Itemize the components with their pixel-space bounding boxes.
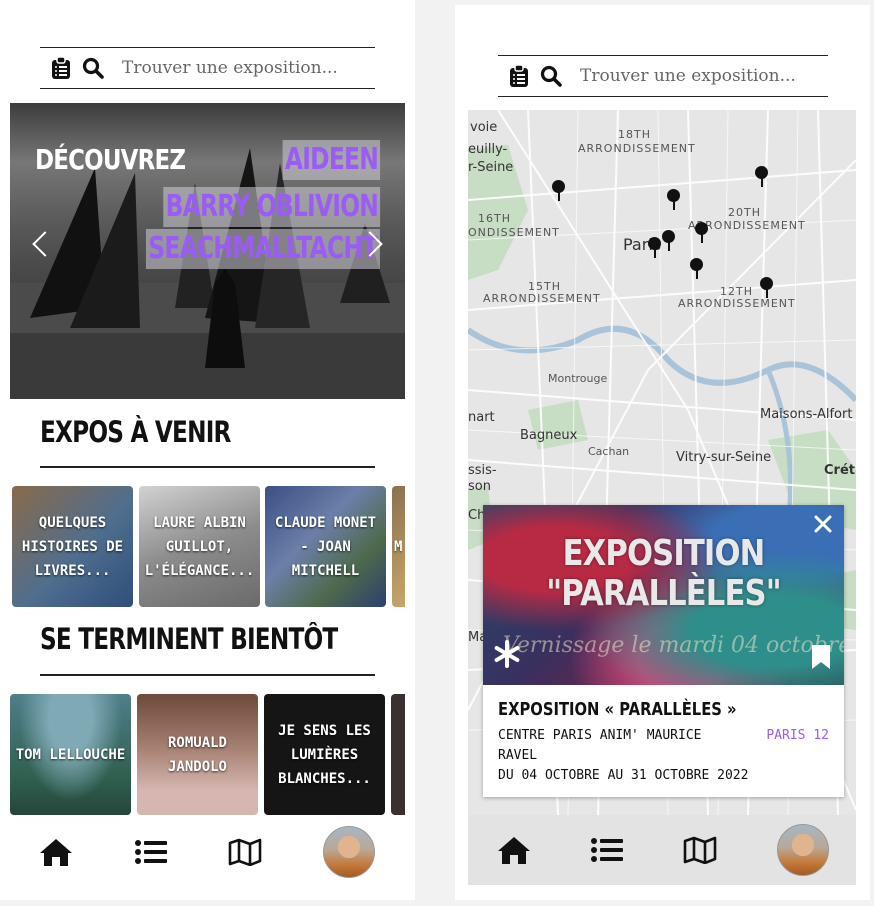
card-title: LAURE ALBIN GUILLOT, L'ÉLÉGANCE... xyxy=(144,514,255,579)
map-label: Cachan xyxy=(588,445,630,458)
hero-title: DÉCOUVREZ xyxy=(35,143,186,176)
map-pin[interactable] xyxy=(648,237,661,258)
clipboard-icon[interactable] xyxy=(48,55,74,81)
bottom-nav xyxy=(468,815,856,885)
home-icon[interactable] xyxy=(39,837,73,867)
map-label: 20TH xyxy=(728,206,761,219)
search-input[interactable]: Trouver une exposition... xyxy=(122,58,338,78)
featured-artist-3[interactable]: SEACHMALLTACHT xyxy=(146,229,380,269)
avatar[interactable] xyxy=(777,824,829,876)
ending-divider xyxy=(40,674,375,676)
asterisk-icon xyxy=(493,640,521,672)
discover-carousel[interactable]: DÉCOUVREZ AIDEEN BARRY OBLIVION SEACHMAL… xyxy=(10,103,405,399)
card-title: M xyxy=(394,538,403,555)
exhibition-dates: DU 04 OCTOBRE AU 31 OCTOBRE 2022 xyxy=(498,768,749,783)
list-icon[interactable] xyxy=(591,837,623,863)
list-icon[interactable] xyxy=(135,839,167,865)
search-icon[interactable] xyxy=(538,63,564,89)
map-icon[interactable] xyxy=(683,836,717,864)
district-label: PARIS 12 xyxy=(766,728,829,743)
card-title: TOM LELLOUCHE xyxy=(15,746,126,763)
map-pin[interactable] xyxy=(695,222,708,243)
map-screen: Trouver une exposition... voie euilly- r… xyxy=(455,5,870,900)
upcoming-card[interactable]: LAURE ALBIN GUILLOT, L'ÉLÉGANCE... xyxy=(139,486,260,607)
map-label: ARRONDISSEMENT xyxy=(678,297,796,310)
map-label: Maisons-Alfort xyxy=(760,407,853,422)
map-pin[interactable] xyxy=(667,189,680,210)
map-label: nart xyxy=(468,410,495,425)
map-label: Bagneux xyxy=(520,428,578,443)
map-label: ONDISSEMENT xyxy=(468,226,560,239)
map-label: ssis- xyxy=(468,463,497,478)
card-title: CLAUDE MONET - JOAN MITCHELL xyxy=(274,514,377,579)
venue-line2: RAVEL xyxy=(498,748,538,763)
upcoming-divider xyxy=(40,466,375,468)
map-pin[interactable] xyxy=(552,180,565,201)
profile-avatar[interactable] xyxy=(777,824,829,876)
ending-heading: SE TERMINENT BIENTÔT xyxy=(40,622,338,656)
card-title: QUELQUES HISTOIRES DE LIVRES... xyxy=(21,514,124,579)
avatar[interactable] xyxy=(323,826,375,878)
card-title: JE SENS LES LUMIÈRES BLANCHES... xyxy=(278,722,371,787)
exhibition-popup[interactable]: EXPOSITION "PARALLÈLES" Vernissage le ma… xyxy=(483,505,844,797)
ending-card[interactable]: TOM LELLOUCHE xyxy=(10,694,131,815)
map-pin[interactable] xyxy=(662,230,675,251)
search-input[interactable]: Trouver une exposition... xyxy=(580,66,796,86)
image-script: Vernissage le mardi 04 octobre xyxy=(503,633,844,658)
ending-card[interactable]: ROMUALD JANDOLO xyxy=(137,694,258,815)
home-icon[interactable] xyxy=(497,835,531,865)
ending-card[interactable] xyxy=(391,694,405,815)
upcoming-card[interactable]: QUELQUES HISTOIRES DE LIVRES... xyxy=(12,486,133,607)
map-label: 18TH xyxy=(618,128,651,141)
map-pin[interactable] xyxy=(755,166,768,187)
bookmark-icon[interactable] xyxy=(810,643,832,675)
bottom-nav xyxy=(0,817,415,887)
map-label: Crét xyxy=(824,463,855,478)
venue-line1: CENTRE PARIS ANIM' MAURICE xyxy=(498,728,702,743)
map-label: Montrouge xyxy=(548,372,608,385)
exhibition-name: EXPOSITION « PARALLÈLES » xyxy=(498,699,737,720)
map-label: Vitry-sur-Seine xyxy=(676,450,772,465)
map-label: r-Seine xyxy=(468,160,514,175)
map-label: ARRONDISSEMENT xyxy=(578,142,696,155)
map-label: 16TH xyxy=(478,212,511,225)
clipboard-icon[interactable] xyxy=(506,63,532,89)
search-icon[interactable] xyxy=(80,55,106,81)
upcoming-heading: EXPOS À VENIR xyxy=(40,415,231,449)
home-screen: Trouver une exposition... DÉCOUVREZ AIDE… xyxy=(0,0,415,900)
image-title-line1: EXPOSITION xyxy=(562,533,766,574)
close-icon[interactable] xyxy=(814,515,832,537)
map-label: son xyxy=(468,479,491,494)
ending-card[interactable]: JE SENS LES LUMIÈRES BLANCHES... xyxy=(264,694,385,815)
profile-avatar[interactable] xyxy=(323,826,375,878)
card-title: ROMUALD JANDOLO xyxy=(167,734,227,775)
image-title-line2: "PARALLÈLES" xyxy=(546,573,781,614)
map-pin[interactable] xyxy=(690,258,703,279)
search-bar[interactable]: Trouver une exposition... xyxy=(40,47,375,89)
map-label: ARRONDISSEMENT xyxy=(483,292,601,305)
map-label: voie xyxy=(470,120,498,135)
search-bar[interactable]: Trouver une exposition... xyxy=(498,55,828,97)
map-icon[interactable] xyxy=(228,838,262,866)
featured-artist-2[interactable]: BARRY OBLIVION xyxy=(162,187,380,227)
upcoming-card[interactable]: M xyxy=(392,486,405,607)
exhibition-image: EXPOSITION "PARALLÈLES" Vernissage le ma… xyxy=(483,505,844,685)
map-label: euilly- xyxy=(468,142,508,157)
map-pin[interactable] xyxy=(760,277,773,298)
featured-artist-1[interactable]: AIDEEN xyxy=(282,140,380,180)
upcoming-card[interactable]: CLAUDE MONET - JOAN MITCHELL xyxy=(265,486,386,607)
